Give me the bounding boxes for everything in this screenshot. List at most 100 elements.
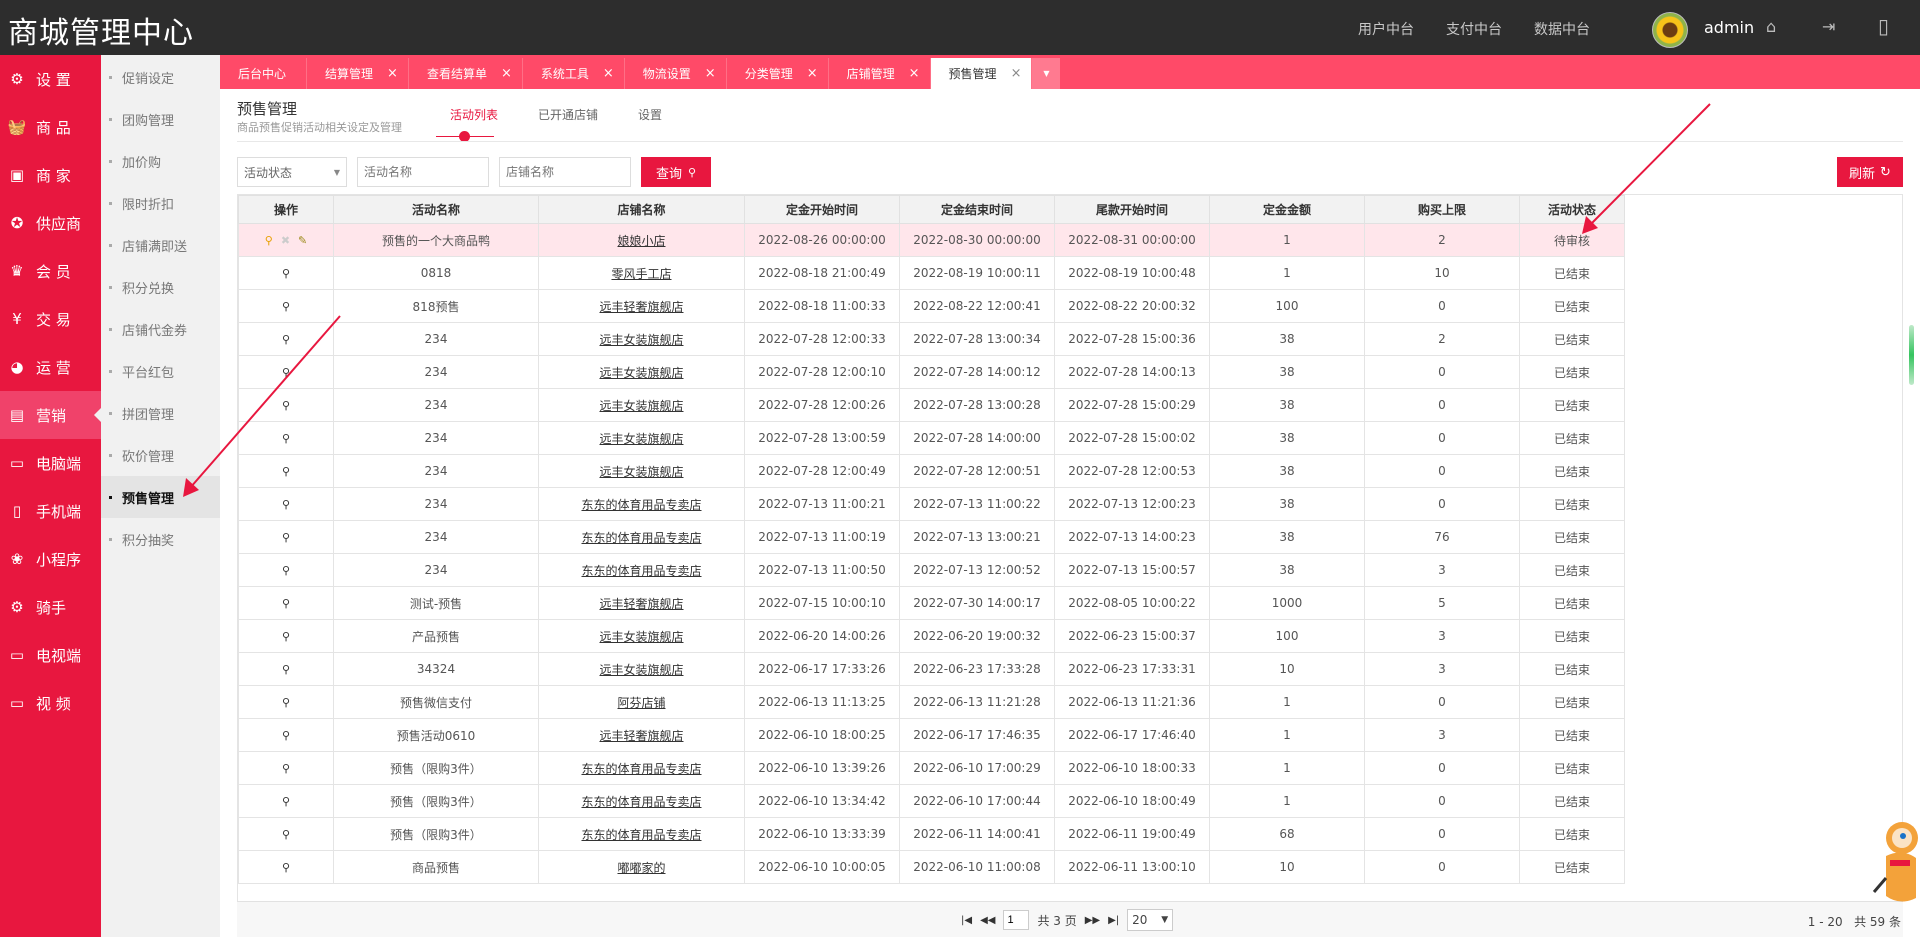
nav-pay-center[interactable]: 支付中台	[1446, 19, 1502, 39]
table-row[interactable]: ⚲ 234 东东的体育用品专卖店 2022-07-13 11:00:21 2022-07…	[238, 487, 1625, 521]
table-row[interactable]: ⚲ 商品预售 嘟嘟家的 2022-06-10 10:00:05 2022-06-10 1…	[238, 850, 1625, 884]
sidebar-main-item[interactable]: ❀ 小程序	[0, 535, 101, 583]
table-row[interactable]: ⚲ 234 远丰女装旗舰店 2022-07-28 12:00:26 2022-07-28…	[238, 388, 1625, 422]
table-row[interactable]: ⚲ 预售（限购3件） 东东的体育用品专卖店 2022-06-10 13:39:26 20…	[238, 751, 1625, 785]
table-row[interactable]: ⚲ 预售（限购3件） 东东的体育用品专卖店 2022-06-10 13:34:42 20…	[238, 784, 1625, 818]
first-page-icon[interactable]: |◀	[961, 915, 972, 926]
tab-item[interactable]: 后台中心	[220, 58, 308, 89]
nav-user-center[interactable]: 用户中台	[1358, 19, 1414, 39]
last-page-icon[interactable]: ▶|	[1108, 915, 1119, 926]
table-row[interactable]: ⚲ 预售微信支付 阿芬店铺 2022-06-13 11:13:25 2022-06-13…	[238, 685, 1625, 719]
shop-link[interactable]: 远丰女装旗舰店	[599, 399, 683, 413]
sidebar-main-item[interactable]: ◕ 运 营	[0, 343, 101, 391]
shop-link[interactable]: 远丰女装旗舰店	[599, 663, 683, 677]
shop-link[interactable]: 远丰女装旗舰店	[599, 366, 683, 380]
sidebar-main-item[interactable]: ✪ 供应商	[0, 199, 101, 247]
table-row[interactable]: ⚲ 818预售 远丰轻奢旗舰店 2022-08-18 11:00:33 2022-08-…	[238, 289, 1625, 323]
tab-item[interactable]: 店铺管理 ×	[829, 58, 931, 89]
avatar[interactable]	[1652, 12, 1688, 48]
shop-link[interactable]: 嘟嘟家的	[617, 861, 665, 875]
view-icon[interactable]: ⚲	[282, 663, 290, 676]
view-icon[interactable]: ⚲	[282, 762, 290, 775]
close-icon[interactable]: ×	[909, 66, 920, 81]
sidebar-sub-item[interactable]: 加价购	[101, 140, 220, 182]
shop-link[interactable]: 阿芬店铺	[617, 696, 665, 710]
sidebar-main-item[interactable]: ⚙ 设 置	[0, 55, 101, 103]
shop-link[interactable]: 东东的体育用品专卖店	[581, 531, 701, 545]
sidebar-sub-item[interactable]: 促销设定	[101, 56, 220, 98]
fullscreen-icon[interactable]: ▯	[1878, 14, 1889, 38]
view-icon[interactable]: ⚲	[282, 828, 290, 841]
tab-item[interactable]: 物流设置 ×	[625, 58, 727, 89]
sidebar-main-item[interactable]: ▭ 电视端	[0, 631, 101, 679]
scroll-indicator[interactable]	[1909, 325, 1914, 385]
sidebar-main-item[interactable]: ⚙ 骑手	[0, 583, 101, 631]
shop-link[interactable]: 东东的体育用品专卖店	[581, 498, 701, 512]
table-row[interactable]: ⚲ 234 远丰女装旗舰店 2022-07-28 12:00:10 2022-07-28…	[238, 355, 1625, 389]
shop-link[interactable]: 远丰轻奢旗舰店	[599, 729, 683, 743]
close-icon[interactable]: ×	[807, 66, 818, 81]
table-row[interactable]: ⚲ 34324 远丰女装旗舰店 2022-06-17 17:33:26 2022-06-…	[238, 652, 1625, 686]
close-icon[interactable]: ×	[1011, 66, 1022, 81]
activity-name-input[interactable]	[357, 157, 489, 187]
sidebar-main-item[interactable]: ▣ 商 家	[0, 151, 101, 199]
sidebar-sub-item[interactable]: 积分抽奖	[101, 518, 220, 560]
subtab-settings[interactable]: 设置	[638, 106, 662, 123]
page-number-input[interactable]	[1003, 910, 1030, 930]
delete-icon[interactable]: ✖	[281, 234, 290, 247]
shop-link[interactable]: 远丰女装旗舰店	[599, 465, 683, 479]
table-row[interactable]: ⚲ 预售（限购3件） 东东的体育用品专卖店 2022-06-10 13:33:39 20…	[238, 817, 1625, 851]
admin-name[interactable]: admin	[1704, 18, 1754, 37]
sidebar-sub-item[interactable]: 团购管理	[101, 98, 220, 140]
sidebar-sub-item[interactable]: 砍价管理	[101, 434, 220, 476]
status-select[interactable]: 活动状态 ▼	[237, 157, 347, 187]
table-row[interactable]: ⚲ 234 远丰女装旗舰店 2022-07-28 13:00:59 2022-07-28…	[238, 421, 1625, 455]
query-button[interactable]: 查询 ⚲	[641, 157, 711, 187]
home-icon[interactable]: ⌂	[1766, 17, 1776, 36]
shop-link[interactable]: 零风手工店	[611, 267, 671, 281]
table-row[interactable]: ⚲ 234 东东的体育用品专卖店 2022-07-13 11:00:50 2022-07…	[238, 553, 1625, 587]
view-icon[interactable]: ⚲	[282, 333, 290, 346]
shop-link[interactable]: 远丰轻奢旗舰店	[599, 597, 683, 611]
logout-icon[interactable]: ⇥	[1822, 17, 1835, 36]
shop-link[interactable]: 远丰轻奢旗舰店	[599, 300, 683, 314]
sidebar-main-item[interactable]: ▤ 营销	[0, 391, 102, 439]
view-icon[interactable]: ⚲	[282, 795, 290, 808]
sidebar-sub-item[interactable]: 积分兑换	[101, 266, 220, 308]
view-icon[interactable]: ⚲	[282, 432, 290, 445]
shop-link[interactable]: 远丰女装旗舰店	[599, 630, 683, 644]
view-icon[interactable]: ⚲	[282, 366, 290, 379]
refresh-button[interactable]: 刷新 ↻	[1837, 157, 1903, 187]
sidebar-main-item[interactable]: ♛ 会 员	[0, 247, 101, 295]
sidebar-sub-item[interactable]: 平台红包	[101, 350, 220, 392]
tab-item[interactable]: 系统工具 ×	[523, 58, 625, 89]
subtab-opened-shops[interactable]: 已开通店铺	[538, 106, 598, 123]
prev-page-icon[interactable]: ◀◀	[980, 915, 995, 926]
view-icon[interactable]: ⚲	[282, 300, 290, 313]
tab-more-dropdown[interactable]: ▼	[1032, 58, 1061, 89]
view-icon[interactable]: ⚲	[282, 861, 290, 874]
shop-link[interactable]: 东东的体育用品专卖店	[581, 828, 701, 842]
sidebar-main-item[interactable]: ▯ 手机端	[0, 487, 101, 535]
table-row[interactable]: ⚲ ✖ ✎ 预售的一个大商品鸭 娘娘小店 2022-08-26 00:00:00 2022-…	[238, 223, 1625, 257]
view-icon[interactable]: ⚲	[282, 564, 290, 577]
view-icon[interactable]: ⚲	[282, 630, 290, 643]
close-icon[interactable]: ×	[705, 66, 716, 81]
nav-data-center[interactable]: 数据中台	[1534, 19, 1590, 39]
sidebar-sub-item[interactable]: 拼团管理	[101, 392, 220, 434]
sidebar-main-item[interactable]: ▭ 电脑端	[0, 439, 101, 487]
tab-item[interactable]: 查看结算单 ×	[409, 58, 523, 89]
table-row[interactable]: ⚲ 234 远丰女装旗舰店 2022-07-28 12:00:33 2022-07-28…	[238, 322, 1625, 356]
shop-link[interactable]: 远丰女装旗舰店	[599, 333, 683, 347]
shop-link[interactable]: 远丰女装旗舰店	[599, 432, 683, 446]
view-icon[interactable]: ⚲	[282, 399, 290, 412]
table-row[interactable]: ⚲ 预售活动0610 远丰轻奢旗舰店 2022-06-10 18:00:25 2022-…	[238, 718, 1625, 752]
view-icon[interactable]: ⚲	[282, 267, 290, 280]
table-row[interactable]: ⚲ 产品预售 远丰女装旗舰店 2022-06-20 14:00:26 2022-06-2…	[238, 619, 1625, 653]
close-icon[interactable]: ×	[501, 66, 512, 81]
next-page-icon[interactable]: ▶▶	[1085, 915, 1100, 926]
view-icon[interactable]: ⚲	[282, 597, 290, 610]
table-row[interactable]: ⚲ 0818 零风手工店 2022-08-18 21:00:49 2022-08-19 …	[238, 256, 1625, 290]
view-icon[interactable]: ⚲	[282, 531, 290, 544]
sidebar-main-item[interactable]: ▭ 视 频	[0, 679, 101, 727]
